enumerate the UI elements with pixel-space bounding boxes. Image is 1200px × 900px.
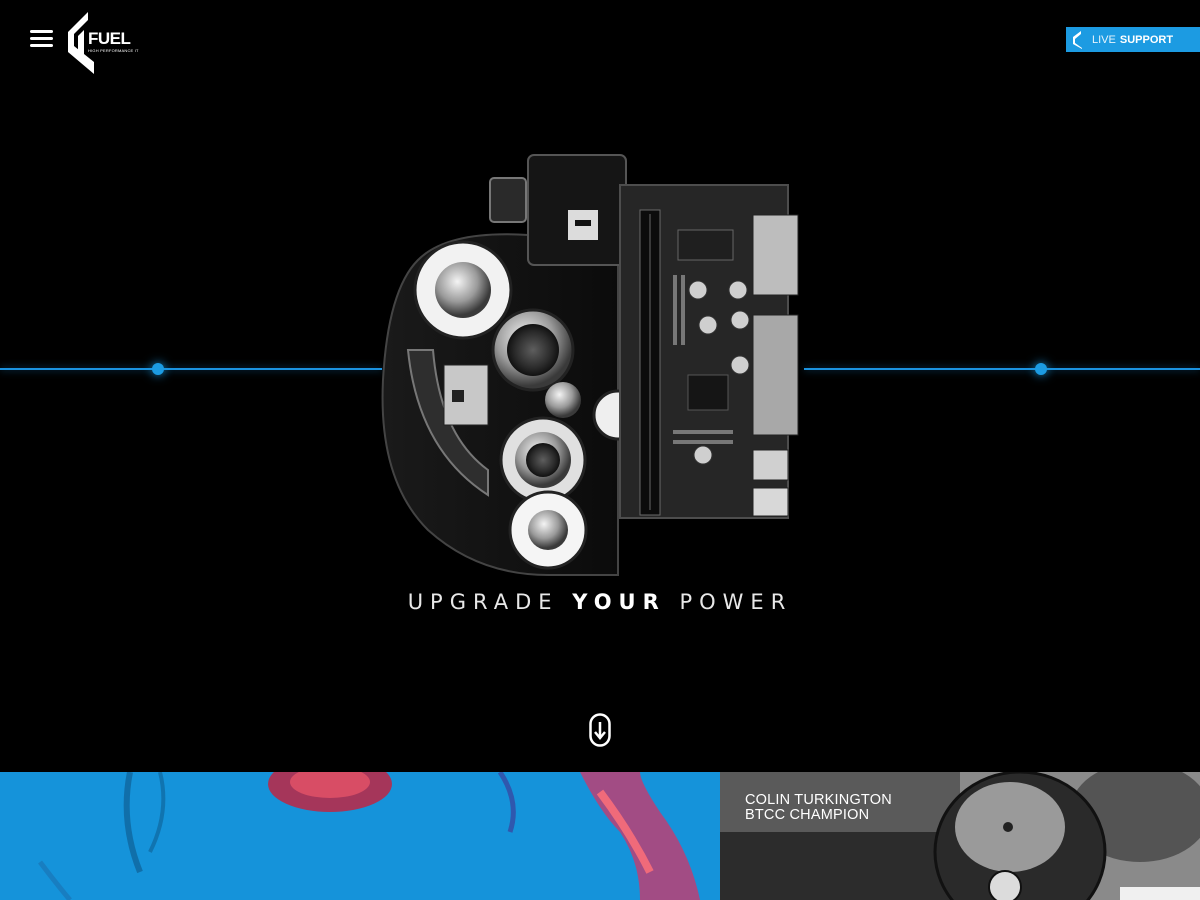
tagline-word-upgrade: UPGRADE	[407, 590, 559, 614]
right-accent-dot	[1035, 363, 1047, 375]
left-accent-line	[0, 368, 382, 370]
hamburger-menu-icon[interactable]	[30, 30, 53, 48]
hero-phoropter-motherboard-image	[381, 154, 799, 576]
fuel-flame-icon	[1073, 30, 1082, 49]
btcc-champion-tile[interactable]: COLIN TURKINGTON BTCC CHAMPION	[720, 772, 1200, 900]
live-support-label-prefix: LIVE	[1092, 33, 1116, 46]
tagline-word-your: YOUR	[572, 590, 666, 614]
tile-caption-line-1: COLIN TURKINGTON	[745, 792, 892, 808]
ink-in-water-image	[0, 772, 720, 900]
logo-tagline: HIGH PERFORMANCE IT	[88, 48, 139, 53]
live-support-button[interactable]: LIVE SUPPORT	[1066, 27, 1200, 52]
tile-caption-line-2: BTCC CHAMPION	[745, 807, 870, 823]
fuel-logo[interactable]: FUEL HIGH PERFORMANCE IT	[66, 12, 139, 74]
tagline-word-power: POWER	[679, 590, 793, 614]
tile-caption: COLIN TURKINGTON BTCC CHAMPION	[745, 793, 892, 823]
site-header: FUEL HIGH PERFORMANCE IT LIVE SUPPORT	[0, 0, 1200, 80]
ink-in-water-tile[interactable]	[0, 772, 720, 900]
live-support-label-bold: SUPPORT	[1119, 33, 1174, 46]
scroll-down-arrow-icon[interactable]	[589, 713, 611, 747]
right-accent-line	[804, 368, 1200, 370]
left-accent-dot	[152, 363, 164, 375]
hero-tagline: UPGRADE YOUR POWER	[0, 590, 1200, 614]
logo-wordmark: FUEL	[88, 29, 131, 48]
